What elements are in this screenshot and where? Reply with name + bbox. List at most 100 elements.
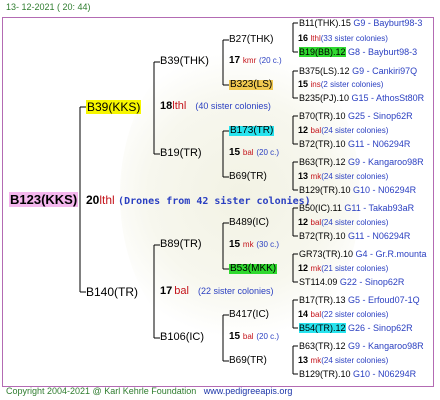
gen3-a-info: 16 lthl(33 sister colonies)	[298, 34, 388, 43]
root-line: lthl	[99, 193, 115, 207]
gen3-b-number: 15	[298, 79, 309, 89]
gen4-item-11-info: G4 - Gr.R.mounta	[355, 249, 427, 259]
gen3-f-info: 12 mk(21 sister colonies)	[298, 264, 388, 273]
gen4-item-5-id: B70(TR).10	[299, 111, 346, 121]
gen4-item-15-info: G9 - Kangaroo98R	[348, 341, 424, 351]
gen4-item-13: B17(TR).13 G5 - Erfoud07-1Q	[299, 296, 420, 305]
gen3-f-id: B53(MKK)	[229, 263, 278, 274]
gen2-a-note: (20 c.)	[259, 56, 282, 65]
gen4-item-10: B72(TR).10 G11 - N06294R	[299, 232, 410, 241]
gen4-item-12-id: ST114.09	[299, 277, 338, 287]
gen3-a-id: B27(THK)	[229, 34, 274, 45]
gen4-item-6: B72(TR).10 G11 - N06294R	[299, 140, 410, 149]
gen1-bottom-number: 17	[160, 285, 173, 297]
gen3-e-line: bal	[310, 218, 322, 227]
gen4-item-3: B375(LS).12 G9 - Cankiri97Q	[299, 67, 417, 76]
root-queen-info: 20lthl (Drones from 42 sister colonies)	[86, 194, 311, 207]
gen3-a-note: (33 sister colonies)	[320, 34, 388, 43]
copyright-footer: Copyright 2004-2021 @ Karl Kehrle Founda…	[6, 387, 292, 396]
gen1-bottom-info: 17 bal (22 sister colonies)	[160, 286, 274, 297]
site-link[interactable]: www.pedigreeapis.org	[204, 386, 293, 396]
gen3-b-info: 15 ins(2 sister colonies)	[298, 80, 383, 89]
gen4-item-13-info: G5 - Erfoud07-1Q	[348, 295, 420, 305]
gen2-b-note: (20 c.)	[256, 148, 280, 157]
gen4-item-11-id: GR73(TR).10	[299, 249, 354, 259]
gen1-bottom-id: B140(TR)	[86, 285, 139, 299]
gen3-c-number: 12	[298, 125, 309, 135]
gen3-g-line: bal	[310, 310, 322, 319]
gen4-item-6-id: B72(TR).10	[299, 139, 346, 149]
gen4-item-12: ST114.09 G22 - Sinop62R	[299, 278, 404, 287]
gen2-a-id: B39(THK)	[160, 55, 209, 67]
gen3-e-info: 12 bal(24 sister colonies)	[298, 218, 388, 227]
gen2-c-id: B89(TR)	[160, 238, 202, 250]
gen3-h-info: 13 mk(24 sister colonies)	[298, 356, 388, 365]
gen3-g-id: B417(IC)	[229, 309, 270, 320]
gen1-bottom-note: (22 sister colonies)	[198, 286, 274, 296]
gen3-f-note: (21 sister colonies)	[321, 264, 389, 273]
gen3-a-line: lthl	[310, 34, 321, 43]
gen4-item-13-id: B17(TR).13	[299, 295, 346, 305]
gen4-item-3-info: G9 - Cankiri97Q	[352, 66, 418, 76]
gen2-b-info: 15 bal (20 c.)	[229, 148, 279, 158]
gen4-item-5-info: G25 - Sinop62R	[348, 111, 413, 121]
gen4-item-2-id: B19(BB).12	[299, 47, 346, 57]
gen3-c-id: B173(TR)	[229, 125, 275, 136]
gen3-g-info: 14 bal(22 sister colonies)	[298, 310, 388, 319]
gen2-c-note: (30 c.)	[256, 240, 280, 249]
gen3-h-line: mk	[310, 356, 322, 365]
gen1-top-info: 18lthl (40 sister colonies)	[160, 101, 271, 112]
gen1-top-number: 18	[160, 100, 173, 112]
gen3-d-info: 13 mk(24 sister colonies)	[298, 172, 388, 181]
gen2-b-id: B19(TR)	[160, 147, 202, 159]
gen2-d-note: (20 c.)	[256, 332, 280, 341]
gen4-item-12-info: G22 - Sinop62R	[339, 277, 405, 287]
gen4-item-8: B129(TR).10 G10 - N06294R	[299, 186, 416, 195]
gen3-e-id: B489(IC)	[229, 217, 270, 228]
gen4-item-9-id: B50(IC).11	[299, 203, 342, 213]
gen4-item-9-info: G11 - Takab93aR	[344, 203, 415, 213]
gen4-item-1-id: B11(THK).15	[299, 18, 351, 28]
gen2-a-info: 17 kmr (20 c.)	[229, 56, 282, 66]
gen3-h-note: (24 sister colonies)	[321, 356, 389, 365]
gen3-b-note: (2 sister colonies)	[320, 80, 384, 89]
gen4-item-7-id: B63(TR).12	[299, 157, 346, 167]
gen2-b-line: bal	[242, 148, 254, 157]
gen4-item-11: GR73(TR).10 G4 - Gr.R.mounta	[299, 250, 427, 259]
gen3-a-number: 16	[298, 33, 309, 43]
gen4-item-4-info: G15 - AthosSt80R	[351, 93, 425, 103]
gen2-d-line: bal	[242, 332, 254, 341]
gen4-item-4: B235(PJ).10 G15 - AthosSt80R	[299, 94, 424, 103]
gen4-item-16-info: G10 - N06294R	[353, 369, 417, 379]
gen4-item-15-id: B63(TR).12	[299, 341, 346, 351]
gen4-item-3-id: B375(LS).12	[299, 66, 350, 76]
gen2-d-info: 15 bal (20 c.)	[229, 332, 279, 342]
gen2-a-line: kmr	[242, 56, 257, 65]
gen4-item-1-info: G9 - Bayburt98-3	[353, 18, 423, 28]
gen3-f-number: 12	[298, 263, 309, 273]
gen3-e-note: (24 sister colonies)	[321, 218, 389, 227]
gen4-item-10-id: B72(TR).10	[299, 231, 346, 241]
pedigree-page: { "date": "13- 12-2021 ( 20: 44)", "copy…	[0, 0, 440, 400]
gen1-bottom-line: bal	[174, 285, 189, 297]
timestamp: 13- 12-2021 ( 20: 44)	[6, 2, 91, 12]
gen4-item-8-id: B129(TR).10	[299, 185, 351, 195]
gen3-g-number: 14	[298, 309, 309, 319]
gen3-h-number: 13	[298, 355, 309, 365]
gen4-item-5: B70(TR).10 G25 - Sinop62R	[299, 112, 413, 121]
gen4-item-6-info: G11 - N06294R	[348, 139, 411, 149]
gen3-d-id: B69(TR)	[229, 171, 267, 182]
copyright-text: Copyright 2004-2021 @ Karl Kehrle Founda…	[6, 386, 197, 396]
gen4-item-9: B50(IC).11 G11 - Takab93aR	[299, 204, 414, 213]
gen1-top-note: (40 sister colonies)	[195, 101, 271, 111]
gen3-b-line: ins	[310, 80, 321, 89]
gen4-item-4-id: B235(PJ).10	[299, 93, 350, 103]
root-number: 20	[86, 193, 100, 207]
gen4-item-14-info: G26 - Sinop62R	[348, 323, 413, 333]
gen4-item-8-info: G10 - N06294R	[353, 185, 417, 195]
gen2-a-number: 17	[229, 55, 241, 66]
gen4-item-16: B129(TR).10 G10 - N06294R	[299, 370, 416, 379]
gen3-h-id: B69(TR)	[229, 355, 267, 366]
gen3-f-line: mk	[310, 264, 322, 273]
gen4-item-15: B63(TR).12 G9 - Kangaroo98R	[299, 342, 424, 351]
